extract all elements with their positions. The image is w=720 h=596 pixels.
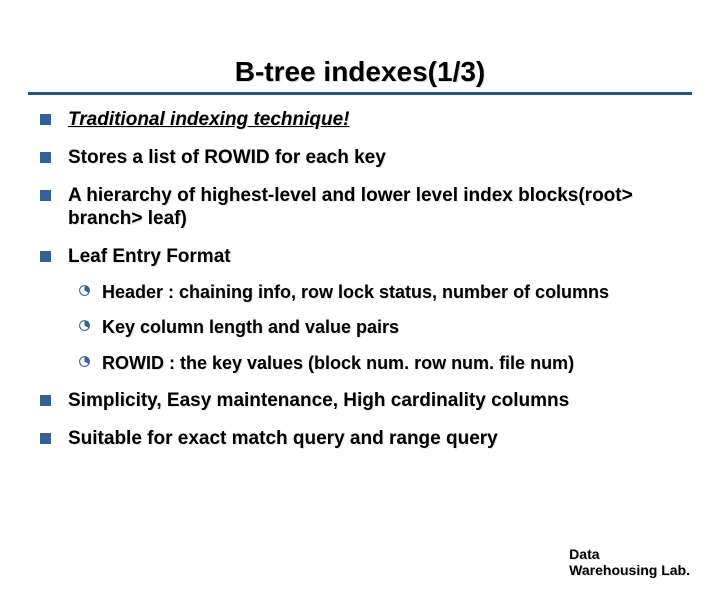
sub-bullet-text: ROWID : the key values (block num. row n… <box>102 353 574 373</box>
slide-title: B-tree indexes(1/3) <box>0 56 720 88</box>
pie-bullet-icon <box>78 355 91 368</box>
header-divider <box>28 92 692 95</box>
bullet-list: Traditional indexing technique! Stores a… <box>40 108 680 450</box>
pie-bullet-icon <box>78 284 91 297</box>
sub-bullet-text: Header : chaining info, row lock status,… <box>102 282 609 302</box>
footer-line2: Warehousing Lab. <box>569 562 690 578</box>
bullet-text: Traditional indexing technique! <box>68 109 350 130</box>
bullet-item: Suitable for exact match query and range… <box>40 427 680 451</box>
pie-bullet-icon <box>78 319 91 332</box>
bullet-item: Simplicity, Easy maintenance, High cardi… <box>40 389 680 413</box>
footer-label: Data Warehousing Lab. <box>569 546 690 578</box>
sub-bullet-text: Key column length and value pairs <box>102 317 399 337</box>
bullet-text: Simplicity, Easy maintenance, High cardi… <box>68 390 569 411</box>
footer-line1: Data <box>569 546 690 562</box>
bullet-text: A hierarchy of highest-level and lower l… <box>68 185 633 230</box>
bullet-text: Stores a list of ROWID for each key <box>68 147 386 168</box>
slide-content: Traditional indexing technique! Stores a… <box>40 108 680 450</box>
bullet-text: Suitable for exact match query and range… <box>68 428 498 449</box>
bullet-item: Leaf Entry Format Header : chaining info… <box>40 245 680 375</box>
sub-bullet-item: Key column length and value pairs <box>78 316 680 339</box>
sub-bullet-item: ROWID : the key values (block num. row n… <box>78 352 680 375</box>
sub-bullet-item: Header : chaining info, row lock status,… <box>78 281 680 304</box>
bullet-text: Leaf Entry Format <box>68 246 231 267</box>
sub-bullet-list: Header : chaining info, row lock status,… <box>78 281 680 375</box>
bullet-item: Traditional indexing technique! <box>40 108 680 132</box>
bullet-item: Stores a list of ROWID for each key <box>40 146 680 170</box>
bullet-item: A hierarchy of highest-level and lower l… <box>40 184 680 232</box>
